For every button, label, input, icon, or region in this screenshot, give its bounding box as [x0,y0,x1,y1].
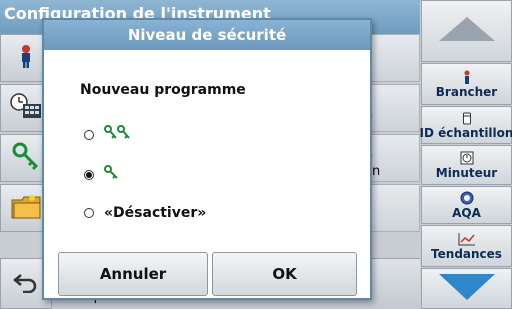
sidebar-button-tendances[interactable]: Tendances [421,225,512,267]
radio-button-selected[interactable] [84,170,94,180]
option-disable[interactable]: «Désactiver» [84,202,206,224]
radio-button[interactable] [84,208,94,218]
radio-button[interactable] [84,130,94,140]
clock-keypad-icon [9,92,43,124]
option-single-key[interactable] [84,164,120,186]
sidebar-button-id-echantillon[interactable]: ID échantillon [419,106,512,144]
sidebar-label: Brancher [435,84,498,99]
timer-icon [460,151,474,166]
sample-vial-icon [462,111,472,126]
sidebar-label: AQA [452,205,481,220]
cancel-button[interactable]: Annuler [58,252,208,296]
triangle-up-icon [437,15,497,47]
option-label: «Désactiver» [104,205,207,221]
sidebar-label: ID échantillon [419,125,512,140]
scroll-down-button[interactable] [421,268,512,309]
key-icon [11,141,41,175]
ok-button[interactable]: OK [212,252,357,296]
double-key-icon [104,125,132,145]
scroll-up-button[interactable] [421,0,512,62]
trend-chart-icon [458,232,476,247]
aqa-icon [460,191,474,206]
single-key-icon [104,165,120,185]
back-arrow-icon [13,271,39,297]
folder-icon [10,192,42,224]
security-level-dialog: Niveau de sécurité Nouveau programme «Dé… [42,18,372,300]
person-icon [16,44,36,72]
triangle-down-icon [437,272,497,306]
sidebar-button-aqa[interactable]: AQA [421,186,512,224]
sidebar-button-brancher[interactable]: Brancher [421,63,512,105]
sidebar-label: Minuteur [435,165,498,180]
sidebar-label: Tendances [431,246,502,261]
sidebar-button-minuteur[interactable]: Minuteur [421,145,512,185]
dialog-title: Niveau de sécurité [44,20,370,50]
dialog-prompt: Nouveau programme [80,82,246,98]
person-icon [462,70,472,85]
option-double-key[interactable] [84,124,132,146]
